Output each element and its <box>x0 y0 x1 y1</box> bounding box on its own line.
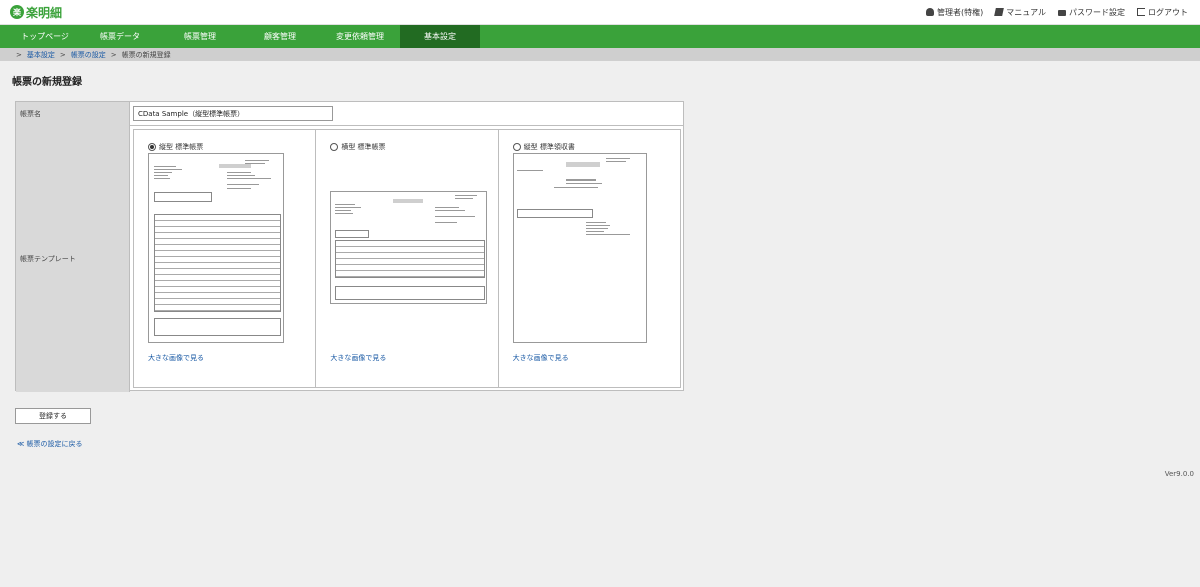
top-bar: 楽 楽明細 管理者(特権) マニュアル パスワード設定 ログアウト <box>0 0 1200 25</box>
breadcrumb-separator: > <box>59 50 66 59</box>
page-title: 帳票の新規登録 <box>12 77 82 88</box>
nav-form-management[interactable]: 帳票管理 <box>160 25 240 48</box>
logout-icon <box>1137 8 1145 16</box>
template-label: 帳票テンプレート <box>16 126 130 392</box>
breadcrumb-current: 帳票の新規登録 <box>121 50 171 59</box>
template-radio-portrait-standard[interactable]: 縦型 標準帳票 <box>148 142 203 152</box>
template-preview-image[interactable] <box>148 153 284 343</box>
password-link[interactable]: パスワード設定 <box>1058 7 1125 18</box>
form-name-row: 帳票名 <box>16 102 683 126</box>
account-link[interactable]: 管理者(特権) <box>925 7 984 18</box>
template-option-landscape-standard: 横型 標準帳票 大きな画像で見る <box>316 130 499 387</box>
template-radio-landscape-standard[interactable]: 横型 標準帳票 <box>330 142 386 152</box>
user-icon <box>925 8 934 16</box>
template-enlarge-link[interactable]: 大きな画像で見る <box>330 353 386 363</box>
template-radio-label: 横型 標準帳票 <box>341 143 386 151</box>
logo-mark-icon: 楽 <box>10 5 24 19</box>
back-to-form-settings-link[interactable]: ≪ 帳票の設定に戻る <box>17 439 83 449</box>
manual-link[interactable]: マニュアル <box>994 7 1046 18</box>
password-label: パスワード設定 <box>1069 7 1125 17</box>
submit-button[interactable]: 登録する <box>15 408 91 424</box>
nav-form-data[interactable]: 帳票データ <box>80 25 160 48</box>
template-preview-image[interactable] <box>512 153 647 343</box>
template-option-portrait-standard: 縦型 標準帳票 大きな画像で見る <box>134 130 317 387</box>
lock-icon <box>1058 10 1066 16</box>
breadcrumb: > 基本設定 > 帳票の設定 > 帳票の新規登録 <box>0 48 1200 61</box>
template-radio-portrait-receipt[interactable]: 縦型 標準領収書 <box>512 142 575 152</box>
app-logo[interactable]: 楽 楽明細 <box>10 4 62 21</box>
template-preview-image[interactable] <box>330 191 488 304</box>
form-name-input[interactable] <box>133 106 333 121</box>
template-options: 縦型 標準帳票 大きな画像で見る 横型 標準帳票 大きな画像で見る 縦型 標準領… <box>133 129 681 388</box>
template-enlarge-link[interactable]: 大きな画像で見る <box>148 353 204 363</box>
main-nav: トップページ 帳票データ 帳票管理 顧客管理 変更依頼管理 基本設定 <box>0 25 1200 48</box>
manual-label: マニュアル <box>1006 7 1046 17</box>
nav-customer-management[interactable]: 顧客管理 <box>240 25 320 48</box>
logo-text: 楽明細 <box>26 5 63 20</box>
registration-form: 帳票名 帳票テンプレート 縦型 標準帳票 <box>15 101 684 392</box>
header-links: 管理者(特権) マニュアル パスワード設定 ログアウト <box>925 7 1188 18</box>
radio-unselected-icon <box>512 143 521 151</box>
template-radio-label: 縦型 標準帳票 <box>159 143 204 151</box>
account-label: 管理者(特権) <box>936 7 984 17</box>
radio-selected-icon <box>148 143 156 151</box>
template-radio-label: 縦型 標準領収書 <box>523 143 575 151</box>
nav-basic-settings[interactable]: 基本設定 <box>400 25 480 48</box>
nav-change-requests[interactable]: 変更依頼管理 <box>320 25 400 48</box>
logout-link[interactable]: ログアウト <box>1137 7 1188 18</box>
manual-icon <box>994 8 1005 16</box>
breadcrumb-separator: > <box>110 50 117 59</box>
breadcrumb-form-settings[interactable]: 帳票の設定 <box>71 50 106 60</box>
form-name-label: 帳票名 <box>16 102 130 126</box>
template-option-portrait-receipt: 縦型 標準領収書 大きな画像で見る <box>499 130 680 387</box>
template-enlarge-link[interactable]: 大きな画像で見る <box>513 353 569 363</box>
version-label: Ver9.0.0 <box>1164 470 1194 478</box>
logout-label: ログアウト <box>1148 7 1188 17</box>
nav-top-page[interactable]: トップページ <box>10 25 80 48</box>
breadcrumb-basic-settings[interactable]: 基本設定 <box>27 50 55 60</box>
breadcrumb-separator: > <box>16 50 22 59</box>
radio-unselected-icon <box>330 143 339 151</box>
